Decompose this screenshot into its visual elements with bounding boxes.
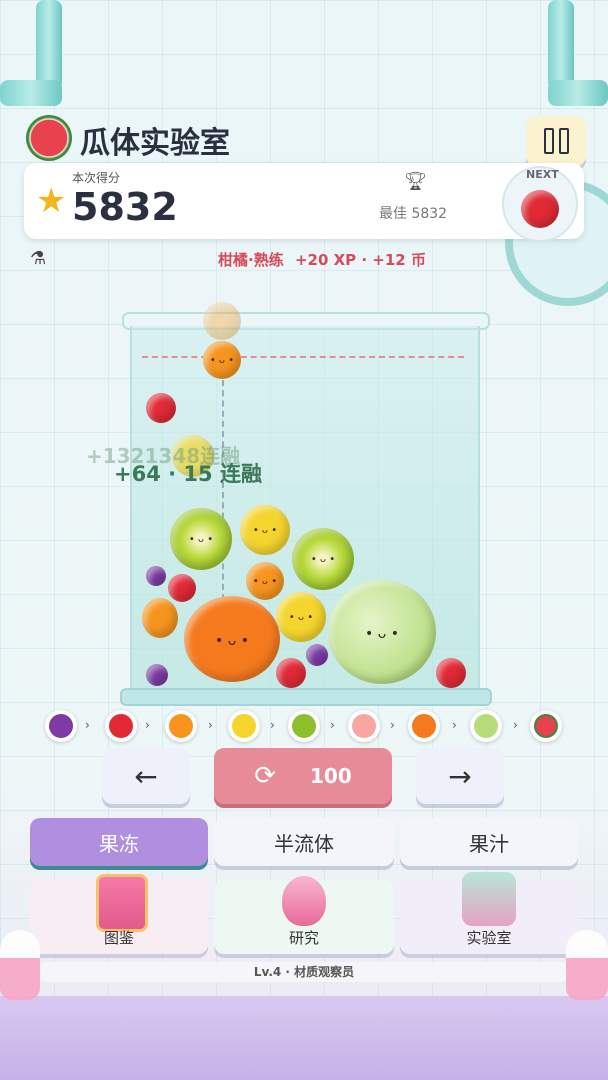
next-fruit-cherry	[521, 190, 559, 228]
dropping-orange[interactable]: • ᴗ •	[203, 341, 241, 379]
evo-kiwi	[288, 710, 320, 742]
evo-arrow-icon: ›	[270, 718, 275, 732]
aim-ghost-orange	[203, 302, 241, 340]
best-score: 最佳 5832	[379, 203, 447, 223]
lab-button[interactable]: 实验室	[400, 872, 578, 954]
evo-arrow-icon: ›	[85, 718, 90, 732]
fruit-lemon: • ᴗ •	[240, 505, 290, 555]
trophy-icon: 🏆︎	[404, 171, 427, 192]
pipe-right	[548, 0, 574, 90]
tab-semi-fluid[interactable]: 半流体	[214, 818, 394, 866]
fruit-cherry	[146, 393, 176, 423]
combo-text: +64 · 15 连融	[114, 462, 262, 486]
research-label: 研究	[288, 929, 319, 947]
fruit-grape	[146, 664, 168, 686]
fruit-melon: • ᴗ •	[328, 580, 436, 684]
evo-arrow-icon: ›	[145, 718, 150, 732]
arrow-right-icon: →	[448, 759, 472, 793]
evo-cherry	[105, 710, 137, 742]
status-rank: 柑橘·熟练	[218, 251, 284, 269]
potion-icon	[282, 876, 326, 926]
score-value: 5832	[72, 185, 178, 229]
refresh-count: 100	[310, 764, 352, 788]
container-base	[120, 688, 492, 706]
fruit-orange	[142, 598, 178, 638]
status-line: 柑橘·熟练 +20 XP · +12 币	[218, 249, 426, 270]
best-value: 5832	[411, 206, 448, 222]
refresh-icon: ⟳	[254, 761, 277, 791]
lab-counter	[0, 996, 608, 1080]
fruit-cherry	[276, 658, 306, 688]
level-text: Lv.4 · 材质观察员	[253, 965, 355, 979]
move-right-button[interactable]: →	[416, 748, 504, 804]
lab-machine-icon	[462, 872, 516, 926]
next-preview: NEXT	[502, 166, 578, 242]
evo-grape	[45, 710, 77, 742]
evo-arrow-icon: ›	[330, 718, 335, 732]
arrow-left-icon: ←	[134, 759, 158, 793]
pause-icon	[543, 128, 569, 154]
evo-peach	[348, 710, 380, 742]
evo-lemon	[228, 710, 260, 742]
tab-juice[interactable]: 果汁	[400, 818, 578, 866]
status-reward: +20 XP · +12 币	[294, 251, 426, 269]
fruit-grape	[306, 644, 328, 666]
evo-orange	[165, 710, 197, 742]
fruit-grape	[146, 566, 166, 586]
pause-button[interactable]	[526, 116, 586, 166]
best-label: 最佳	[379, 206, 407, 222]
pipe-left-elbow	[0, 80, 62, 106]
danger-line	[142, 356, 464, 358]
star-icon: ★	[36, 181, 67, 221]
fruit-kiwi: • ᴗ •	[292, 528, 354, 590]
evo-watermelon	[530, 710, 562, 742]
fruit-persimmon: • ᴗ •	[184, 596, 280, 682]
fruit-kiwi: • ᴗ •	[170, 508, 232, 570]
pink-flask-right	[566, 930, 608, 1000]
codex-button[interactable]: 图鉴	[30, 874, 208, 954]
evo-persimmon	[408, 710, 440, 742]
book-icon	[96, 874, 148, 932]
lab-label: 实验室	[466, 929, 512, 947]
level-bar: Lv.4 · 材质观察员	[38, 962, 570, 982]
codex-label: 图鉴	[103, 929, 134, 947]
pipe-right-elbow	[548, 80, 608, 106]
evo-melon	[470, 710, 502, 742]
pipe-left	[36, 0, 62, 90]
tab-jelly[interactable]: 果冻	[30, 818, 208, 866]
research-button[interactable]: 研究	[214, 876, 394, 954]
evo-arrow-icon: ›	[513, 718, 518, 732]
score-label: 本次得分	[72, 171, 121, 185]
fruit-orange: • ᴗ •	[246, 562, 284, 600]
fruit-lemon: • ᴗ •	[276, 592, 326, 642]
flask-icon: ⚗︎	[30, 248, 47, 269]
evo-arrow-icon: ›	[208, 718, 213, 732]
evo-arrow-icon: ›	[452, 718, 457, 732]
page-title: 瓜体实验室	[80, 126, 230, 161]
move-left-button[interactable]: ←	[102, 748, 190, 804]
score-card: ★ 本次得分 5832 🏆︎ 最佳 5832	[24, 163, 584, 239]
fruit-cherry	[436, 658, 466, 688]
refresh-button[interactable]: ⟳ 100	[214, 748, 392, 804]
fruit-cherry	[168, 574, 196, 602]
next-label: NEXT	[526, 168, 559, 181]
pink-flask-left	[0, 930, 40, 1000]
evo-arrow-icon: ›	[390, 718, 395, 732]
watermelon-logo-icon	[26, 115, 72, 161]
